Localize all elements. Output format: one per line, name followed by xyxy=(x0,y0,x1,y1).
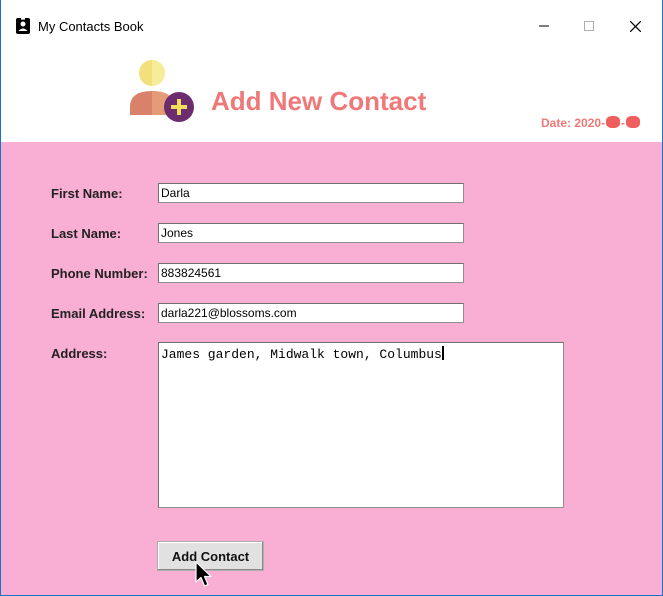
minimize-button[interactable] xyxy=(521,10,567,42)
phone-number-input[interactable] xyxy=(158,263,464,283)
maximize-icon xyxy=(584,21,594,31)
last-name-input[interactable] xyxy=(158,223,464,243)
window-title: My Contacts Book xyxy=(38,19,144,34)
address-label: Address: xyxy=(51,346,108,361)
date-label: Date: 2020- - xyxy=(541,116,641,130)
page-title: Add New Contact xyxy=(211,86,427,116)
maximize-button[interactable] xyxy=(566,10,612,42)
last-name-label: Last Name: xyxy=(51,226,122,241)
email-address-label: Email Address: xyxy=(51,306,146,321)
date-text: Date: 2020- xyxy=(541,116,606,130)
phone-number-label: Phone Number: xyxy=(51,266,148,281)
mouse-pointer-icon xyxy=(195,561,212,587)
address-textarea[interactable]: James garden, Midwalk town, Columbus xyxy=(158,342,564,508)
text-caret xyxy=(441,346,444,360)
close-button[interactable] xyxy=(612,10,658,42)
first-name-input[interactable] xyxy=(158,183,464,203)
redacted-mark xyxy=(606,116,621,128)
app-window: My Contacts Book Add New Contact Date: 2… xyxy=(0,0,663,596)
minimize-icon xyxy=(539,25,549,27)
first-name-label: First Name: xyxy=(51,186,123,201)
address-text: James garden, Midwalk town, Columbus xyxy=(161,347,442,362)
close-icon xyxy=(629,20,641,32)
email-address-input[interactable] xyxy=(158,303,464,323)
redacted-mark xyxy=(626,116,641,128)
header-banner: Add New Contact Date: 2020- - xyxy=(1,42,662,142)
title-bar[interactable]: My Contacts Book xyxy=(1,0,662,42)
add-user-icon xyxy=(130,60,194,122)
contacts-book-icon xyxy=(16,18,30,34)
